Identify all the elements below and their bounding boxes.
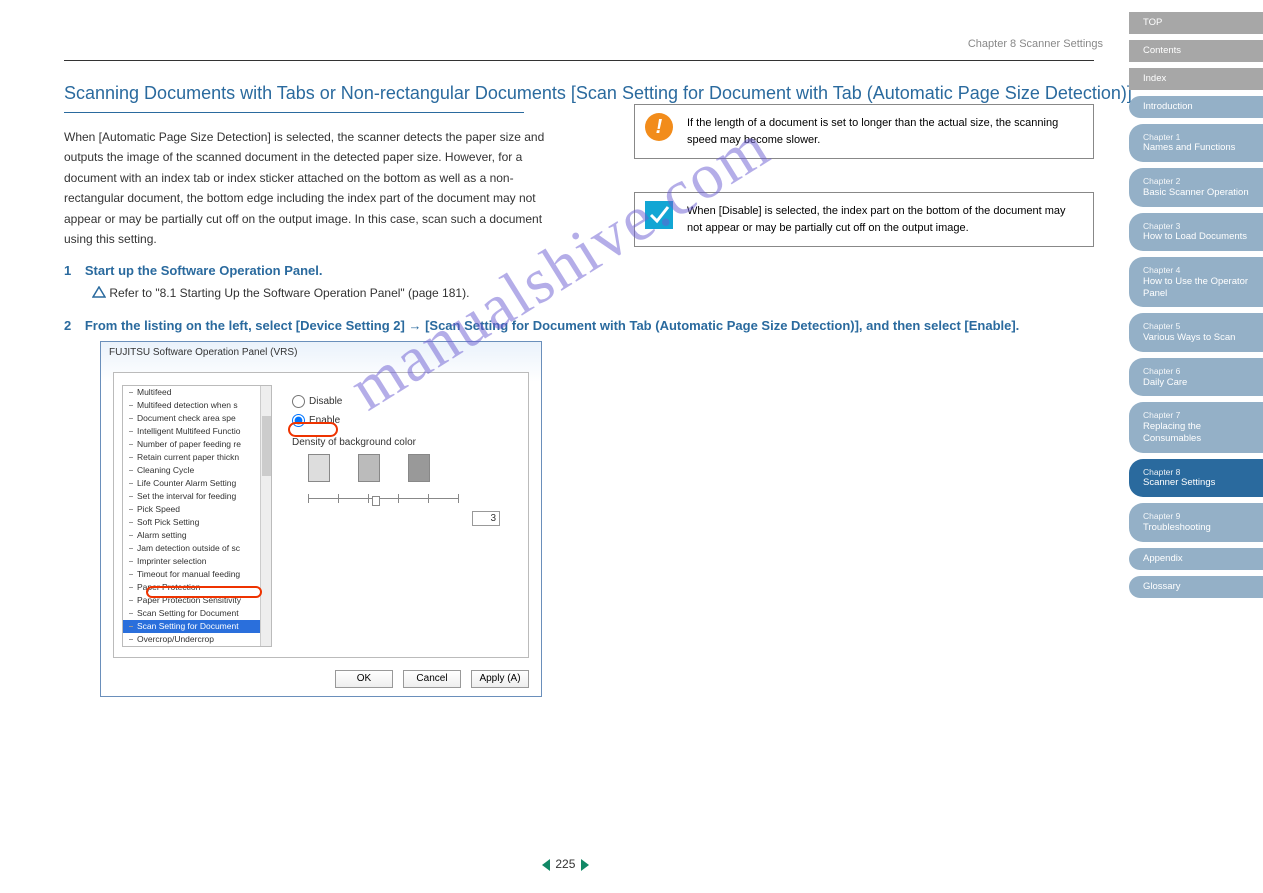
tree-item[interactable]: Alarm setting: [123, 529, 271, 542]
step-number: 1: [64, 263, 71, 278]
rule-blue: [64, 112, 524, 113]
tree-item[interactable]: Life Counter Alarm Setting: [123, 477, 271, 490]
tree-item[interactable]: Pick Speed: [123, 503, 271, 516]
section-title: Scanning Documents with Tabs or Non-rect…: [64, 83, 1263, 104]
sidebar-chapter[interactable]: Chapter 3How to Load Documents: [1129, 213, 1263, 252]
ref-text: Refer to "8.1 Starting Up the Software O…: [109, 286, 469, 300]
hint-text: When [Disable] is selected, the index pa…: [687, 205, 1066, 234]
sidebar-top[interactable]: TOP: [1129, 12, 1263, 34]
tree-item[interactable]: Document check area spe: [123, 412, 271, 425]
sidebar-chapter[interactable]: Chapter 7Replacing the Consumables: [1129, 402, 1263, 452]
chapter-header: Chapter 8 Scanner Settings: [968, 38, 1103, 50]
tree-item[interactable]: Paper Protection Sensitivity: [123, 594, 271, 607]
density-thumb-mid: [358, 454, 380, 482]
tree-item[interactable]: Jam detection outside of sc: [123, 542, 271, 555]
tree-item[interactable]: Overcrop/Undercrop: [123, 633, 271, 646]
step-text: From the listing on the left, select [De…: [85, 318, 1019, 333]
tree-item[interactable]: Set the interval for feeding: [123, 490, 271, 503]
rule-top: [64, 60, 1094, 61]
tree-item[interactable]: Cleaning Cycle: [123, 464, 271, 477]
hint-callout: When [Disable] is selected, the index pa…: [634, 192, 1094, 247]
ok-button[interactable]: OK: [335, 670, 393, 688]
attention-text: If the length of a document is set to lo…: [687, 117, 1058, 146]
attention-icon: [645, 113, 673, 141]
density-thumbs: [308, 454, 520, 482]
tree-item[interactable]: Imprinter selection: [123, 555, 271, 568]
sidebar-chapter[interactable]: Chapter 6Daily Care: [1129, 358, 1263, 397]
tree-item[interactable]: Timeout for manual feeding: [123, 568, 271, 581]
sidebar-glossary[interactable]: Glossary: [1129, 576, 1263, 598]
cancel-button[interactable]: Cancel: [403, 670, 461, 688]
intro-paragraph: When [Automatic Page Size Detection] is …: [64, 127, 564, 249]
right-pane: Disable Enable Density of background col…: [284, 389, 520, 506]
radio-enable-input[interactable]: [292, 414, 305, 427]
tree-item[interactable]: Number of paper feeding re: [123, 438, 271, 451]
apply-button[interactable]: Apply (A): [471, 670, 529, 688]
density-label: Density of background color: [292, 437, 520, 448]
prev-page-icon[interactable]: [542, 859, 550, 871]
page-number: 225: [555, 857, 575, 871]
sidebar-chapter[interactable]: Chapter 1Names and Functions: [1129, 124, 1263, 163]
slider-thumb[interactable]: [372, 496, 380, 506]
tree-item[interactable]: Scan Setting for Document: [123, 620, 271, 633]
radio-disable[interactable]: Disable: [292, 395, 520, 408]
radio-enable[interactable]: Enable: [292, 414, 520, 427]
sidebar-chapter[interactable]: Chapter 2Basic Scanner Operation: [1129, 168, 1263, 207]
slider-value: 3: [472, 511, 500, 526]
radio-disable-input[interactable]: [292, 395, 305, 408]
tree-item[interactable]: Retain current paper thickn: [123, 451, 271, 464]
sidebar-chapter[interactable]: Chapter 8Scanner Settings: [1129, 459, 1263, 498]
panel-body: MultifeedMultifeed detection when sDocum…: [113, 372, 529, 658]
page-footer: 225: [540, 857, 591, 871]
density-slider[interactable]: [308, 492, 458, 506]
reference-icon: [92, 285, 106, 304]
tree-item[interactable]: Maintenance and Inspectio: [123, 646, 271, 647]
tree-item[interactable]: Soft Pick Setting: [123, 516, 271, 529]
radio-enable-label: Enable: [309, 415, 340, 426]
settings-panel-screenshot: FUJITSU Software Operation Panel (VRS) M…: [100, 341, 542, 697]
density-thumb-dark: [408, 454, 430, 482]
sidebar-index: TOP Contents Index Introduction Chapter …: [1129, 12, 1263, 604]
sidebar-appendix[interactable]: Appendix: [1129, 548, 1263, 570]
radio-disable-label: Disable: [309, 396, 342, 407]
tree-item[interactable]: Intelligent Multifeed Functio: [123, 425, 271, 438]
panel-title: FUJITSU Software Operation Panel (VRS): [101, 342, 541, 363]
sidebar-index-link[interactable]: Index: [1129, 68, 1263, 90]
sidebar-intro[interactable]: Introduction: [1129, 96, 1263, 118]
scrollbar[interactable]: [260, 386, 271, 646]
step-2-label: 2 From the listing on the left, select […: [64, 318, 1263, 333]
next-page-icon[interactable]: [581, 859, 589, 871]
step-1-ref: Refer to "8.1 Starting Up the Software O…: [92, 284, 1263, 303]
panel-buttons: OK Cancel Apply (A): [335, 670, 529, 688]
hint-icon: [645, 201, 673, 229]
sidebar-chapter[interactable]: Chapter 9Troubleshooting: [1129, 503, 1263, 542]
density-thumb-light: [308, 454, 330, 482]
tree-item[interactable]: Multifeed: [123, 386, 271, 399]
tree-item[interactable]: Multifeed detection when s: [123, 399, 271, 412]
sidebar-chapter[interactable]: Chapter 5Various Ways to Scan: [1129, 313, 1263, 352]
step-text: Start up the Software Operation Panel.: [85, 263, 323, 278]
step-number: 2: [64, 318, 71, 333]
sidebar-contents[interactable]: Contents: [1129, 40, 1263, 62]
tree-item[interactable]: Paper Protection: [123, 581, 271, 594]
attention-callout: If the length of a document is set to lo…: [634, 104, 1094, 159]
tree-item[interactable]: Scan Setting for Document: [123, 607, 271, 620]
sidebar-chapter[interactable]: Chapter 4How to Use the Operator Panel: [1129, 257, 1263, 307]
settings-tree: MultifeedMultifeed detection when sDocum…: [122, 385, 272, 647]
step-1-label: 1 Start up the Software Operation Panel.: [64, 263, 1263, 278]
